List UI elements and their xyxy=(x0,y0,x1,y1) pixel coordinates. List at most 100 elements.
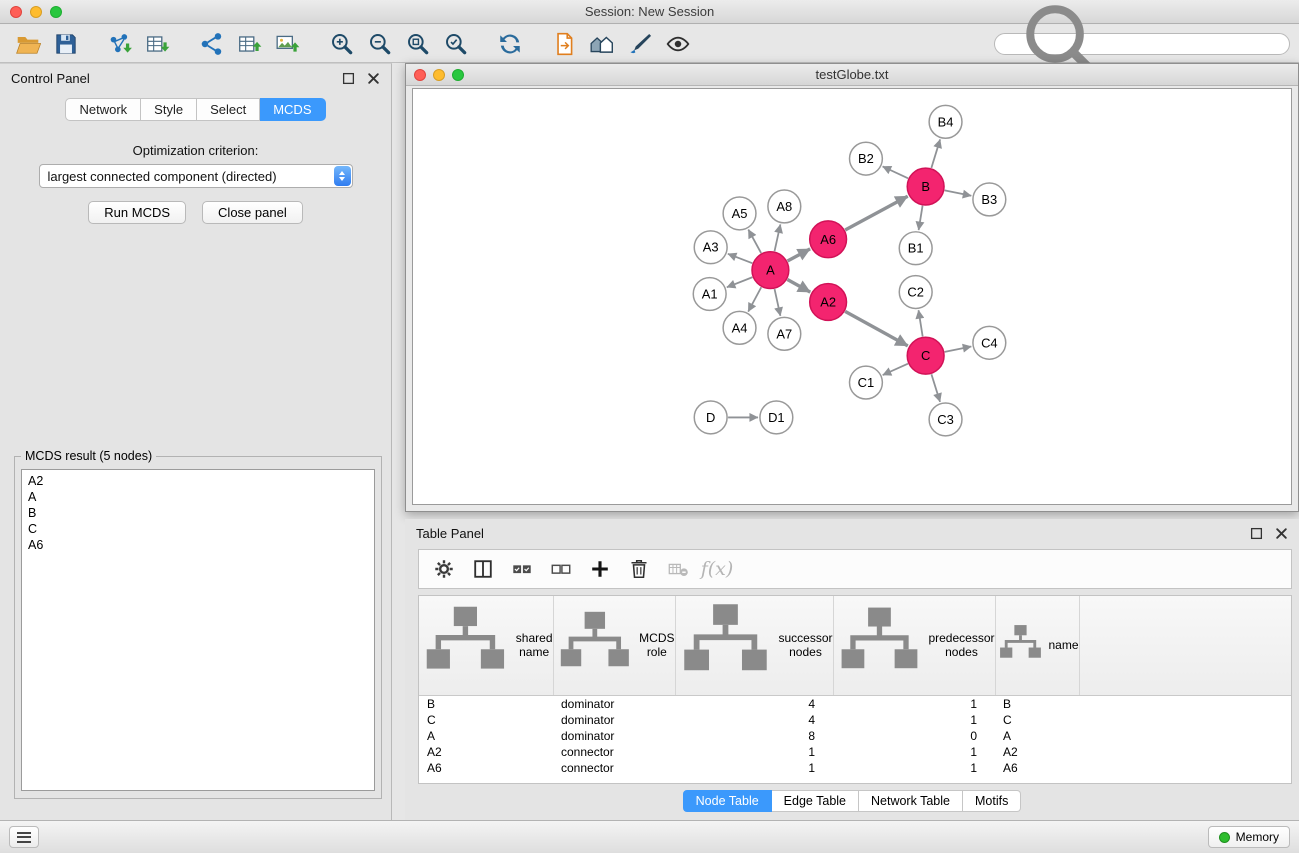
show-graphics-button[interactable] xyxy=(583,27,620,61)
cell-successor-nodes[interactable]: 1 xyxy=(675,760,833,776)
cell-predecessor-nodes[interactable]: 0 xyxy=(833,728,995,744)
graph-node-C1[interactable]: C1 xyxy=(850,366,883,399)
zoom-fit-button[interactable] xyxy=(399,27,436,61)
graph-node-A2[interactable]: A2 xyxy=(810,284,847,321)
cell-predecessor-nodes[interactable]: 1 xyxy=(833,760,995,776)
save-session-button[interactable] xyxy=(47,27,84,61)
cell-filler[interactable] xyxy=(1079,695,1291,712)
close-panel-x-button[interactable] xyxy=(367,72,380,85)
show-columns-button[interactable] xyxy=(466,553,500,585)
cell-shared-name[interactable]: A6 xyxy=(419,760,553,776)
zoom-window-button[interactable] xyxy=(50,6,62,18)
result-item-B[interactable]: B xyxy=(28,505,368,521)
network-graph[interactable]: B4B2BB3A5A8A6A3AB1A1A2C2A4A7C4C1CC3DD1 xyxy=(413,89,1291,504)
graph-node-D1[interactable]: D1 xyxy=(760,401,793,434)
graph-node-C4[interactable]: C4 xyxy=(973,326,1006,359)
cell-MCDS-role[interactable]: connector xyxy=(553,760,675,776)
tab-select[interactable]: Select xyxy=(197,98,260,121)
annotation-button[interactable] xyxy=(621,27,658,61)
graph-edge-C-C4[interactable] xyxy=(945,346,972,351)
graph-node-A8[interactable]: A8 xyxy=(768,190,801,223)
graph-edge-C-C3[interactable] xyxy=(931,374,940,402)
column-header-shared-name[interactable]: shared name xyxy=(419,596,553,695)
float-panel-button[interactable] xyxy=(342,72,355,85)
graph-node-A3[interactable]: A3 xyxy=(694,231,727,264)
cell-successor-nodes[interactable]: 4 xyxy=(675,695,833,712)
close-window-button[interactable] xyxy=(10,6,22,18)
graph-node-D[interactable]: D xyxy=(694,401,727,434)
graph-edge-A-A2[interactable] xyxy=(787,280,810,293)
unselect-all-button[interactable] xyxy=(544,553,578,585)
column-header-predecessor-nodes[interactable]: predecessor nodes xyxy=(833,596,995,695)
cell-MCDS-role[interactable]: connector xyxy=(553,744,675,760)
graph-edge-A-A8[interactable] xyxy=(775,224,781,251)
close-table-panel-button[interactable] xyxy=(1275,527,1288,540)
apply-layout-button[interactable] xyxy=(491,27,528,61)
run-mcds-button[interactable]: Run MCDS xyxy=(88,201,186,224)
export-image-button[interactable] xyxy=(269,27,306,61)
graph-edge-B-B3[interactable] xyxy=(945,190,972,195)
cell-predecessor-nodes[interactable]: 1 xyxy=(833,744,995,760)
cell-successor-nodes[interactable]: 1 xyxy=(675,744,833,760)
tab-network[interactable]: Network xyxy=(65,98,141,121)
network-zoom-button[interactable] xyxy=(452,69,464,81)
cell-name[interactable]: C xyxy=(995,712,1079,728)
cell-predecessor-nodes[interactable]: 1 xyxy=(833,695,995,712)
tab-network-table[interactable]: Network Table xyxy=(859,790,963,812)
zoom-out-button[interactable] xyxy=(361,27,398,61)
cell-MCDS-role[interactable]: dominator xyxy=(553,695,675,712)
graph-edge-C-C1[interactable] xyxy=(883,364,908,375)
cell-MCDS-role[interactable]: dominator xyxy=(553,728,675,744)
menu-button[interactable] xyxy=(9,826,39,848)
tab-edge-table[interactable]: Edge Table xyxy=(772,790,859,812)
open-file-button[interactable] xyxy=(9,27,46,61)
graph-edge-B-B4[interactable] xyxy=(931,139,940,168)
network-canvas[interactable]: B4B2BB3A5A8A6A3AB1A1A2C2A4A7C4C1CC3DD1 xyxy=(412,88,1292,505)
graph-node-A[interactable]: A xyxy=(752,252,789,289)
result-item-C[interactable]: C xyxy=(28,521,368,537)
close-panel-button[interactable]: Close panel xyxy=(202,201,303,224)
result-item-A[interactable]: A xyxy=(28,489,368,505)
graph-node-A5[interactable]: A5 xyxy=(723,197,756,230)
tab-node-table[interactable]: Node Table xyxy=(683,790,772,812)
delete-columns-button[interactable] xyxy=(622,553,656,585)
graph-edge-B-B1[interactable] xyxy=(919,206,923,230)
column-header-successor-nodes[interactable]: successor nodes xyxy=(675,596,833,695)
mcds-result-list[interactable]: A2ABCA6 xyxy=(21,469,375,791)
optimization-criterion-select[interactable]: largest connected component (directed) xyxy=(39,164,353,188)
cell-name[interactable]: A2 xyxy=(995,744,1079,760)
cell-shared-name[interactable]: C xyxy=(419,712,553,728)
minimize-window-button[interactable] xyxy=(30,6,42,18)
cell-shared-name[interactable]: A xyxy=(419,728,553,744)
cell-MCDS-role[interactable]: dominator xyxy=(553,712,675,728)
graph-edge-A-A6[interactable] xyxy=(788,249,811,261)
cell-name[interactable]: B xyxy=(995,695,1079,712)
select-all-button[interactable] xyxy=(505,553,539,585)
cell-filler[interactable] xyxy=(1079,760,1291,776)
graph-node-C2[interactable]: C2 xyxy=(899,276,932,309)
zoom-in-button[interactable] xyxy=(323,27,360,61)
cell-shared-name[interactable]: B xyxy=(419,695,553,712)
open-document-button[interactable] xyxy=(545,27,582,61)
tab-motifs[interactable]: Motifs xyxy=(963,790,1021,812)
zoom-selected-button[interactable] xyxy=(437,27,474,61)
graph-node-B2[interactable]: B2 xyxy=(850,142,883,175)
cell-filler[interactable] xyxy=(1079,728,1291,744)
create-column-button[interactable] xyxy=(583,553,617,585)
graph-edge-A-A1[interactable] xyxy=(727,277,753,287)
float-table-panel-button[interactable] xyxy=(1250,527,1263,540)
graph-node-B4[interactable]: B4 xyxy=(929,105,962,138)
search-box[interactable] xyxy=(994,33,1290,55)
graph-node-C3[interactable]: C3 xyxy=(929,403,962,436)
graph-edge-B-B2[interactable] xyxy=(883,166,908,178)
graph-edge-A-A7[interactable] xyxy=(775,289,781,316)
search-input[interactable] xyxy=(1126,37,1281,51)
show-hide-button[interactable] xyxy=(659,27,696,61)
cell-predecessor-nodes[interactable]: 1 xyxy=(833,712,995,728)
cell-filler[interactable] xyxy=(1079,744,1291,760)
table-row-B[interactable]: Bdominator41B xyxy=(419,695,1291,712)
table-row-A2[interactable]: A2connector11A2 xyxy=(419,744,1291,760)
result-item-A2[interactable]: A2 xyxy=(28,473,368,489)
graph-edge-C-C2[interactable] xyxy=(919,310,923,336)
cell-shared-name[interactable]: A2 xyxy=(419,744,553,760)
